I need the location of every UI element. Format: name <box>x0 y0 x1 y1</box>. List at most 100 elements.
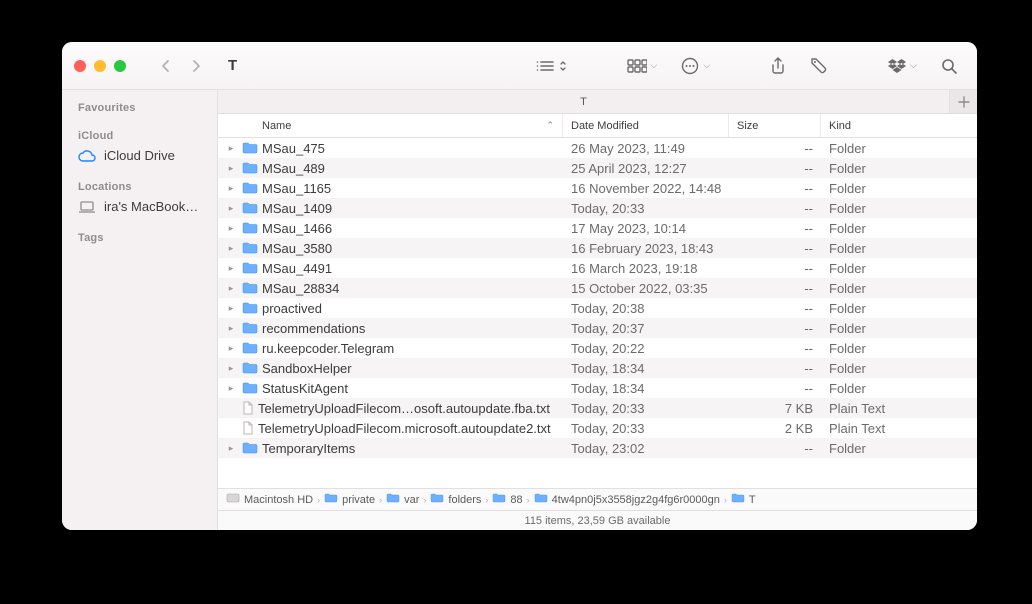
file-name: MSau_3580 <box>262 241 332 256</box>
cell-name: TelemetryUploadFilecom.microsoft.autoupd… <box>218 418 563 438</box>
path-label: private <box>342 494 375 506</box>
file-row[interactable]: ▸MSau_358016 February 2023, 18:43--Folde… <box>218 238 977 258</box>
path-item[interactable]: Macintosh HD <box>226 493 313 506</box>
folder-icon <box>242 322 258 334</box>
search-button[interactable] <box>933 52 965 80</box>
close-button[interactable] <box>74 60 86 72</box>
cell-name: ▸ MSau_489 <box>218 158 563 178</box>
file-name: MSau_489 <box>262 161 325 176</box>
file-row[interactable]: ▸MSau_449116 March 2023, 19:18--Folder <box>218 258 977 278</box>
disclosure-triangle[interactable]: ▸ <box>224 323 238 334</box>
folder-icon <box>430 493 444 506</box>
disclosure-triangle[interactable]: ▸ <box>224 303 238 314</box>
file-row[interactable]: ▸TemporaryItemsToday, 23:02--Folder <box>218 438 977 458</box>
minimize-button[interactable] <box>94 60 106 72</box>
path-item[interactable]: private <box>324 493 375 506</box>
cell-date: Today, 20:33 <box>563 198 729 218</box>
view-list-button[interactable] <box>527 52 575 80</box>
cell-date: 17 May 2023, 10:14 <box>563 218 729 238</box>
file-row[interactable]: ▸MSau_2883415 October 2022, 03:35--Folde… <box>218 278 977 298</box>
sidebar-item-macbook[interactable]: ira's MacBook… <box>62 195 217 218</box>
toolbar: T ⌵ ⌵ ⌵ <box>62 42 977 90</box>
cell-kind: Folder <box>821 438 977 458</box>
disclosure-triangle[interactable]: ▸ <box>224 363 238 374</box>
share-button[interactable] <box>762 52 794 80</box>
disk-icon <box>226 493 240 506</box>
column-header-size[interactable]: Size <box>729 114 821 137</box>
file-row[interactable]: ▸MSau_1409Today, 20:33--Folder <box>218 198 977 218</box>
disclosure-triangle[interactable]: ▸ <box>224 203 238 214</box>
chevron-down-icon: ⌵ <box>703 60 710 71</box>
path-separator: › <box>317 495 320 505</box>
folder-icon <box>242 362 258 374</box>
disclosure-triangle[interactable]: ▸ <box>224 223 238 234</box>
cell-size: -- <box>729 378 821 398</box>
disclosure-triangle[interactable]: ▸ <box>224 383 238 394</box>
cloud-icon <box>78 150 96 162</box>
disclosure-triangle[interactable]: ▸ <box>224 183 238 194</box>
file-row[interactable]: ▸MSau_116516 November 2022, 14:48--Folde… <box>218 178 977 198</box>
path-separator: › <box>527 495 530 505</box>
path-item[interactable]: 4tw4pn0j5x3558jgz2g4fg6r0000gn <box>534 493 720 506</box>
folder-icon <box>242 202 258 214</box>
path-item[interactable]: var <box>386 493 419 506</box>
cell-date: 25 April 2023, 12:27 <box>563 158 729 178</box>
file-row[interactable]: ▸proactivedToday, 20:38--Folder <box>218 298 977 318</box>
file-row[interactable]: TelemetryUploadFilecom.microsoft.autoupd… <box>218 418 977 438</box>
back-button[interactable] <box>152 54 178 78</box>
cell-kind: Folder <box>821 338 977 358</box>
forward-button[interactable] <box>184 54 210 78</box>
disclosure-triangle[interactable]: ▸ <box>224 243 238 254</box>
file-list[interactable]: ▸MSau_47526 May 2023, 11:49--Folder▸MSau… <box>218 138 977 488</box>
column-header-name[interactable]: Name ⌃ <box>218 114 563 137</box>
column-header-kind[interactable]: Kind <box>821 114 977 137</box>
chevron-down-icon: ⌵ <box>910 60 917 71</box>
file-row[interactable]: ▸recommendationsToday, 20:37--Folder <box>218 318 977 338</box>
path-item[interactable]: T <box>731 493 756 506</box>
disclosure-triangle[interactable]: ▸ <box>224 343 238 354</box>
file-name: proactived <box>262 301 322 316</box>
path-item[interactable]: 88 <box>492 493 522 506</box>
disclosure-triangle[interactable]: ▸ <box>224 263 238 274</box>
file-row[interactable]: ▸SandboxHelperToday, 18:34--Folder <box>218 358 977 378</box>
folder-icon <box>242 382 258 394</box>
list-icon <box>535 59 555 73</box>
disclosure-triangle[interactable]: ▸ <box>224 443 238 454</box>
zoom-button[interactable] <box>114 60 126 72</box>
cell-kind: Folder <box>821 238 977 258</box>
file-row[interactable]: ▸MSau_48925 April 2023, 12:27--Folder <box>218 158 977 178</box>
path-item[interactable]: folders <box>430 493 481 506</box>
cell-size: -- <box>729 258 821 278</box>
file-name: TemporaryItems <box>262 441 355 456</box>
sidebar-item-icloud-drive[interactable]: iCloud Drive <box>62 144 217 167</box>
cell-date: Today, 20:33 <box>563 418 729 438</box>
tags-button[interactable] <box>802 52 836 80</box>
cell-name: ▸MSau_1165 <box>218 178 563 198</box>
path-label: T <box>749 494 756 506</box>
file-row[interactable]: TelemetryUploadFilecom…osoft.autoupdate.… <box>218 398 977 418</box>
share-icon <box>770 57 786 75</box>
path-label: folders <box>448 494 481 506</box>
file-row[interactable]: ▸ru.keepcoder.TelegramToday, 20:22--Fold… <box>218 338 977 358</box>
file-row[interactable]: ▸MSau_47526 May 2023, 11:49--Folder <box>218 138 977 158</box>
dropbox-button[interactable]: ⌵ <box>880 52 925 80</box>
disclosure-triangle[interactable]: ▸ <box>224 283 238 294</box>
column-label: Date Modified <box>571 120 639 132</box>
new-tab-button[interactable] <box>949 90 977 113</box>
tab[interactable]: T <box>218 90 949 113</box>
group-button[interactable]: ⌵ <box>619 52 666 80</box>
ellipsis-circle-icon <box>681 57 699 75</box>
disclosure-triangle[interactable]: ▸ <box>224 143 238 154</box>
file-row[interactable]: ▸MSau_146617 May 2023, 10:14--Folder <box>218 218 977 238</box>
action-button[interactable]: ⌵ <box>673 52 718 80</box>
status-text: 115 items, 23,59 GB available <box>525 515 671 527</box>
folder-icon <box>242 182 258 194</box>
disclosure-triangle[interactable]: ▸ <box>224 163 238 174</box>
file-row[interactable]: ▸StatusKitAgentToday, 18:34--Folder <box>218 378 977 398</box>
column-label: Name <box>262 120 291 132</box>
cell-name: ▸MSau_4491 <box>218 258 563 278</box>
cell-name: ▸MSau_475 <box>218 138 563 158</box>
column-header-date[interactable]: Date Modified <box>563 114 729 137</box>
cell-date: 16 November 2022, 14:48 <box>563 178 729 198</box>
nav-arrows <box>152 54 210 78</box>
